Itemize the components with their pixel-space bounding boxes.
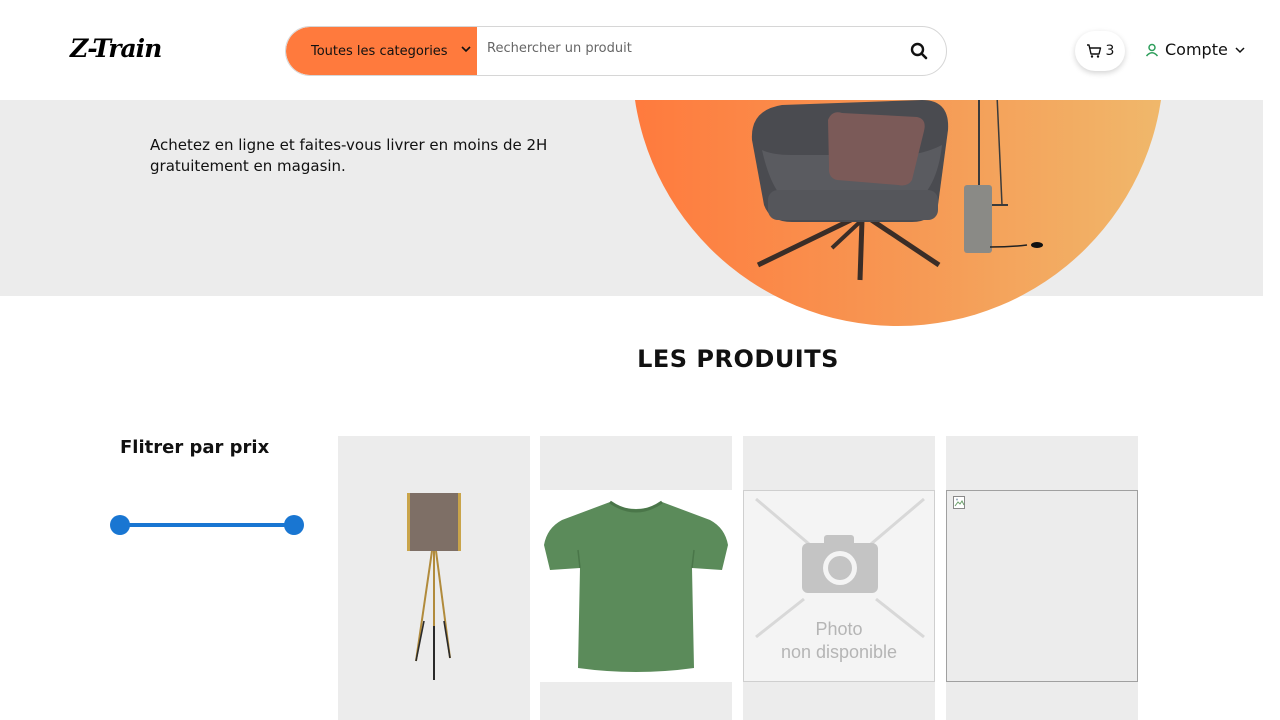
product-card[interactable]: [946, 436, 1138, 720]
price-filter-title: Flitrer par prix: [120, 437, 270, 458]
floor-lamp-image: [407, 493, 461, 680]
account-label: Compte: [1165, 40, 1228, 59]
header: Z-Train Toutes les categories 3 Compte: [0, 0, 1263, 100]
category-select[interactable]: Toutes les categories: [286, 27, 477, 75]
green-tshirt-image: [544, 500, 728, 672]
product-card[interactable]: [338, 436, 530, 720]
price-slider-min-handle[interactable]: [110, 515, 130, 535]
photo-unavailable-line1: Photo: [815, 619, 863, 639]
broken-image: [946, 490, 1138, 682]
photo-unavailable-line2: non disponible: [780, 642, 898, 662]
product-image-box: [540, 490, 732, 682]
search-icon[interactable]: [910, 42, 928, 60]
product-card[interactable]: Photo non disponible: [743, 436, 935, 720]
chevron-down-icon: [1235, 46, 1245, 53]
hero-subtitle: Achetez en ligne et faites-vous livrer e…: [150, 136, 548, 175]
price-slider-track: [120, 523, 294, 527]
broken-image-icon: [953, 496, 965, 509]
price-range-slider[interactable]: [110, 515, 304, 535]
search-input[interactable]: [487, 41, 887, 56]
chevron-down-icon: [461, 46, 471, 53]
logo[interactable]: Z-Train: [70, 34, 162, 63]
price-slider-max-handle[interactable]: [284, 515, 304, 535]
cart-icon: [1086, 44, 1101, 58]
cart-button[interactable]: 3: [1075, 31, 1125, 71]
products-section-title: LES PRODUITS: [637, 345, 839, 373]
user-icon: [1145, 43, 1159, 57]
category-select-label: Toutes les categories: [311, 43, 448, 59]
account-menu[interactable]: Compte: [1145, 40, 1246, 59]
photo-unavailable-placeholder: Photo non disponible: [743, 490, 935, 682]
search-bar: Toutes les categories: [285, 26, 947, 76]
cart-count: 3: [1105, 43, 1115, 59]
product-card[interactable]: [540, 436, 732, 720]
